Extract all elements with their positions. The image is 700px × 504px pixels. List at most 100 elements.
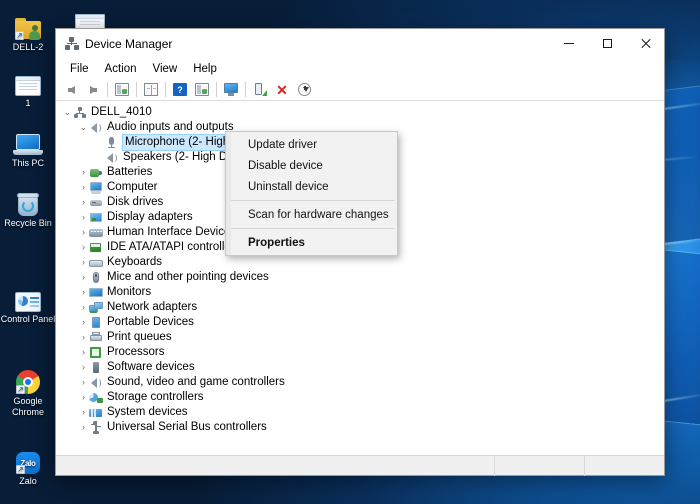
console-tree-icon[interactable]: [111, 80, 133, 100]
desktop-icon-label: This PC: [11, 158, 44, 168]
desktop: ↗ DELL-2 1 This PC Recycle Bin Control P…: [0, 0, 700, 504]
title-bar[interactable]: Device Manager: [56, 29, 664, 59]
chevron-right-icon[interactable]: ›: [78, 300, 89, 315]
tree-node-system-devices[interactable]: › System devices: [56, 405, 664, 420]
chevron-right-icon[interactable]: ›: [78, 270, 89, 285]
maximize-button[interactable]: [588, 29, 626, 59]
tree-node-label: System devices: [107, 406, 188, 418]
desktop-icon-label: Google Chrome: [11, 396, 44, 417]
tree-node-network-adapters[interactable]: › Network adapters: [56, 300, 664, 315]
toolbar-separator: [216, 82, 217, 97]
chevron-right-icon[interactable]: ›: [78, 390, 89, 405]
context-menu: Update driver Disable device Uninstall dev…: [225, 131, 398, 256]
desktop-icon-this-pc[interactable]: This PC: [0, 122, 56, 169]
context-menu-item-scan-for-hardware-changes[interactable]: Scan for hardware changes: [226, 204, 397, 225]
tree-node-label: Batteries: [107, 166, 153, 178]
chevron-right-icon[interactable]: ›: [78, 255, 89, 270]
chevron-right-icon[interactable]: ›: [78, 210, 89, 225]
down-arrow-icon[interactable]: [293, 80, 315, 100]
properties-icon[interactable]: [140, 80, 162, 100]
desktop-icon-label: 1: [25, 98, 31, 108]
shortcut-arrow-icon: ↗: [16, 385, 25, 394]
menu-file[interactable]: File: [62, 61, 97, 77]
tree-root-node[interactable]: ⌄ DELL_4010: [56, 105, 664, 120]
chevron-right-icon[interactable]: ›: [78, 360, 89, 375]
tree-node-label: Audio inputs and outputs: [107, 121, 234, 133]
tree-node-software-devices[interactable]: › Software devices: [56, 360, 664, 375]
desktop-icon-1[interactable]: 1: [0, 62, 56, 109]
action-panel-icon[interactable]: [191, 80, 213, 100]
chevron-right-icon[interactable]: ›: [78, 420, 89, 435]
context-menu-item-properties[interactable]: Properties: [226, 232, 397, 253]
tree-node-sound-video-and-game-controllers[interactable]: › Sound, video and game controllers: [56, 375, 664, 390]
chevron-down-icon[interactable]: ⌄: [78, 120, 89, 135]
tree-node-label: IDE ATA/ATAPI controllers: [107, 241, 241, 253]
desktop-icon-google-chrome[interactable]: ↗ Google Chrome: [0, 360, 56, 418]
chevron-right-icon[interactable]: ›: [78, 285, 89, 300]
zalo-icon: Zalo ↗: [0, 440, 56, 474]
tree-node-monitors[interactable]: › Monitors: [56, 285, 664, 300]
desktop-icon-label: Control Panel: [0, 314, 56, 324]
monitor-scan-icon[interactable]: [220, 80, 242, 100]
battery-icon: [89, 166, 103, 180]
desktop-icon-control-panel[interactable]: Control Panel: [0, 278, 56, 325]
hid-icon: [89, 226, 103, 240]
menu-help[interactable]: Help: [185, 61, 225, 77]
tree-node-portable-devices[interactable]: › Portable Devices: [56, 315, 664, 330]
computer-node-icon: [73, 106, 87, 120]
tree-node-keyboards[interactable]: › Keyboards: [56, 255, 664, 270]
chevron-right-icon[interactable]: ›: [78, 180, 89, 195]
tree-node-universal-serial-bus-controllers[interactable]: › Universal Serial Bus controllers: [56, 420, 664, 435]
chevron-down-icon[interactable]: ⌄: [62, 105, 73, 120]
sound-controller-icon: [89, 376, 103, 390]
mouse-icon: [89, 271, 103, 285]
tree-node-label: Software devices: [107, 361, 195, 373]
tree-node-processors[interactable]: › Processors: [56, 345, 664, 360]
tree-node-mice-and-other-pointing-devices[interactable]: › Mice and other pointing devices: [56, 270, 664, 285]
context-menu-item-disable-device[interactable]: Disable device: [226, 155, 397, 176]
context-menu-item-update-driver[interactable]: Update driver: [226, 134, 397, 155]
window-icon: [0, 62, 56, 96]
red-x-icon[interactable]: ✕: [271, 80, 293, 100]
chevron-right-icon[interactable]: ›: [78, 330, 89, 345]
context-menu-separator: [231, 228, 395, 229]
chevron-right-icon[interactable]: ›: [78, 195, 89, 210]
back-arrow-icon[interactable]: [60, 80, 82, 100]
menu-bar: File Action View Help: [56, 59, 664, 79]
forward-arrow-icon[interactable]: [82, 80, 104, 100]
chevron-right-icon[interactable]: ›: [78, 405, 89, 420]
ide-controller-icon: [89, 241, 103, 255]
desktop-icon-zalo[interactable]: Zalo ↗ Zalo: [0, 440, 56, 487]
control-panel-icon: [0, 278, 56, 312]
monitor-icon: [89, 286, 103, 300]
microphone-icon: [105, 136, 119, 150]
menu-view[interactable]: View: [145, 61, 186, 77]
tree-node-label: Portable Devices: [107, 316, 194, 328]
tool-bar: ? ✕: [56, 79, 664, 101]
chevron-right-icon[interactable]: ›: [78, 165, 89, 180]
tree-node-label: DELL_4010: [91, 106, 152, 118]
chevron-right-icon[interactable]: ›: [78, 345, 89, 360]
toolbar-separator: [136, 82, 137, 97]
speaker-icon: [89, 121, 103, 135]
chevron-right-icon[interactable]: ›: [78, 240, 89, 255]
update-driver-icon[interactable]: [249, 80, 271, 100]
tree-node-print-queues[interactable]: › Print queues: [56, 330, 664, 345]
disk-drive-icon: [89, 196, 103, 210]
help-icon[interactable]: ?: [169, 80, 191, 100]
desktop-icon-dell-2[interactable]: ↗ DELL-2: [0, 6, 56, 53]
chevron-right-icon[interactable]: ›: [78, 375, 89, 390]
close-button[interactable]: [626, 29, 664, 59]
chevron-right-icon[interactable]: ›: [78, 315, 89, 330]
toolbar-separator: [107, 82, 108, 97]
desktop-icon-recycle-bin[interactable]: Recycle Bin: [0, 182, 56, 229]
tree-node-storage-controllers[interactable]: › Storage controllers: [56, 390, 664, 405]
desktop-icon-label: Recycle Bin: [4, 218, 52, 228]
this-pc-icon: [0, 122, 56, 156]
toolbar-separator: [165, 82, 166, 97]
chevron-right-icon[interactable]: ›: [78, 225, 89, 240]
tree-node-label: Display adapters: [107, 211, 193, 223]
minimize-button[interactable]: [550, 29, 588, 59]
context-menu-item-uninstall-device[interactable]: Uninstall device: [226, 176, 397, 197]
menu-action[interactable]: Action: [97, 61, 145, 77]
